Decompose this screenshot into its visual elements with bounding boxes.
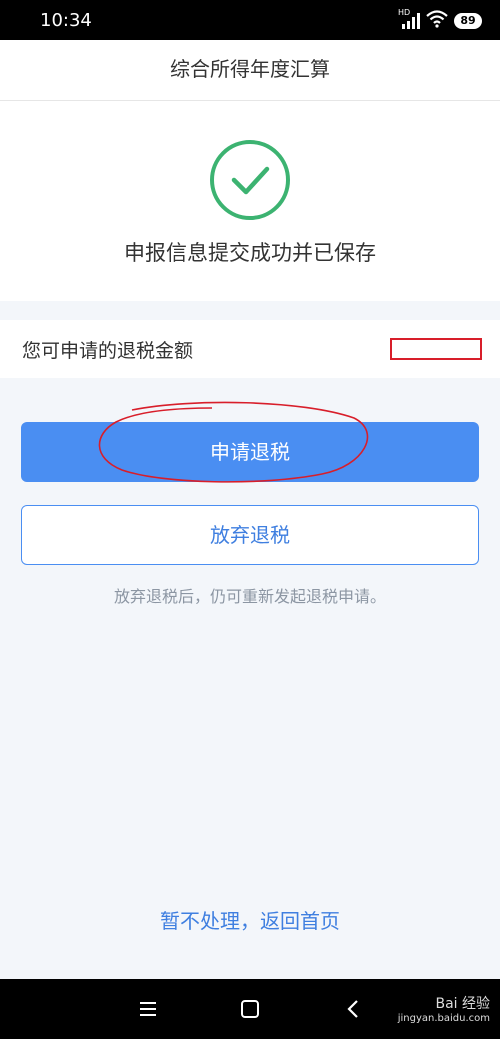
refund-amount-row: 您可申请的退税金额: [0, 320, 500, 378]
refund-amount-label: 您可申请的退税金额: [22, 340, 194, 362]
signal-icon: HD: [398, 8, 420, 30]
watermark-logo: Bai 经验: [435, 996, 490, 1012]
status-icons: HD 89: [398, 8, 482, 32]
status-time: 10:34: [40, 10, 92, 31]
success-panel: 申报信息提交成功并已保存: [0, 101, 500, 301]
check-circle-icon: [210, 140, 290, 220]
watermark-url: jingyan.baidu.com: [397, 1013, 490, 1024]
status-bar: 10:34 HD 89: [0, 0, 500, 40]
page-title: 综合所得年度汇算: [0, 40, 500, 101]
apply-refund-button[interactable]: 申请退税: [21, 422, 479, 482]
abandon-refund-button[interactable]: 放弃退税: [21, 505, 479, 565]
home-icon[interactable]: [238, 997, 262, 1021]
refund-amount-value: [390, 338, 482, 360]
back-icon[interactable]: [342, 997, 366, 1021]
abandon-hint: 放弃退税后，仍可重新发起退税申请。: [113, 587, 386, 606]
success-message: 申报信息提交成功并已保存: [124, 241, 376, 265]
network-label: HD: [398, 8, 411, 17]
back-home-link[interactable]: 暂不处理，返回首页: [0, 905, 500, 934]
menu-icon[interactable]: [136, 997, 160, 1021]
system-navigation-bar: Bai 经验 jingyan.baidu.com: [0, 979, 500, 1039]
watermark: Bai 经验 jingyan.baidu.com: [398, 993, 490, 1024]
wifi-icon: [426, 10, 448, 32]
battery-indicator: 89: [454, 13, 482, 29]
